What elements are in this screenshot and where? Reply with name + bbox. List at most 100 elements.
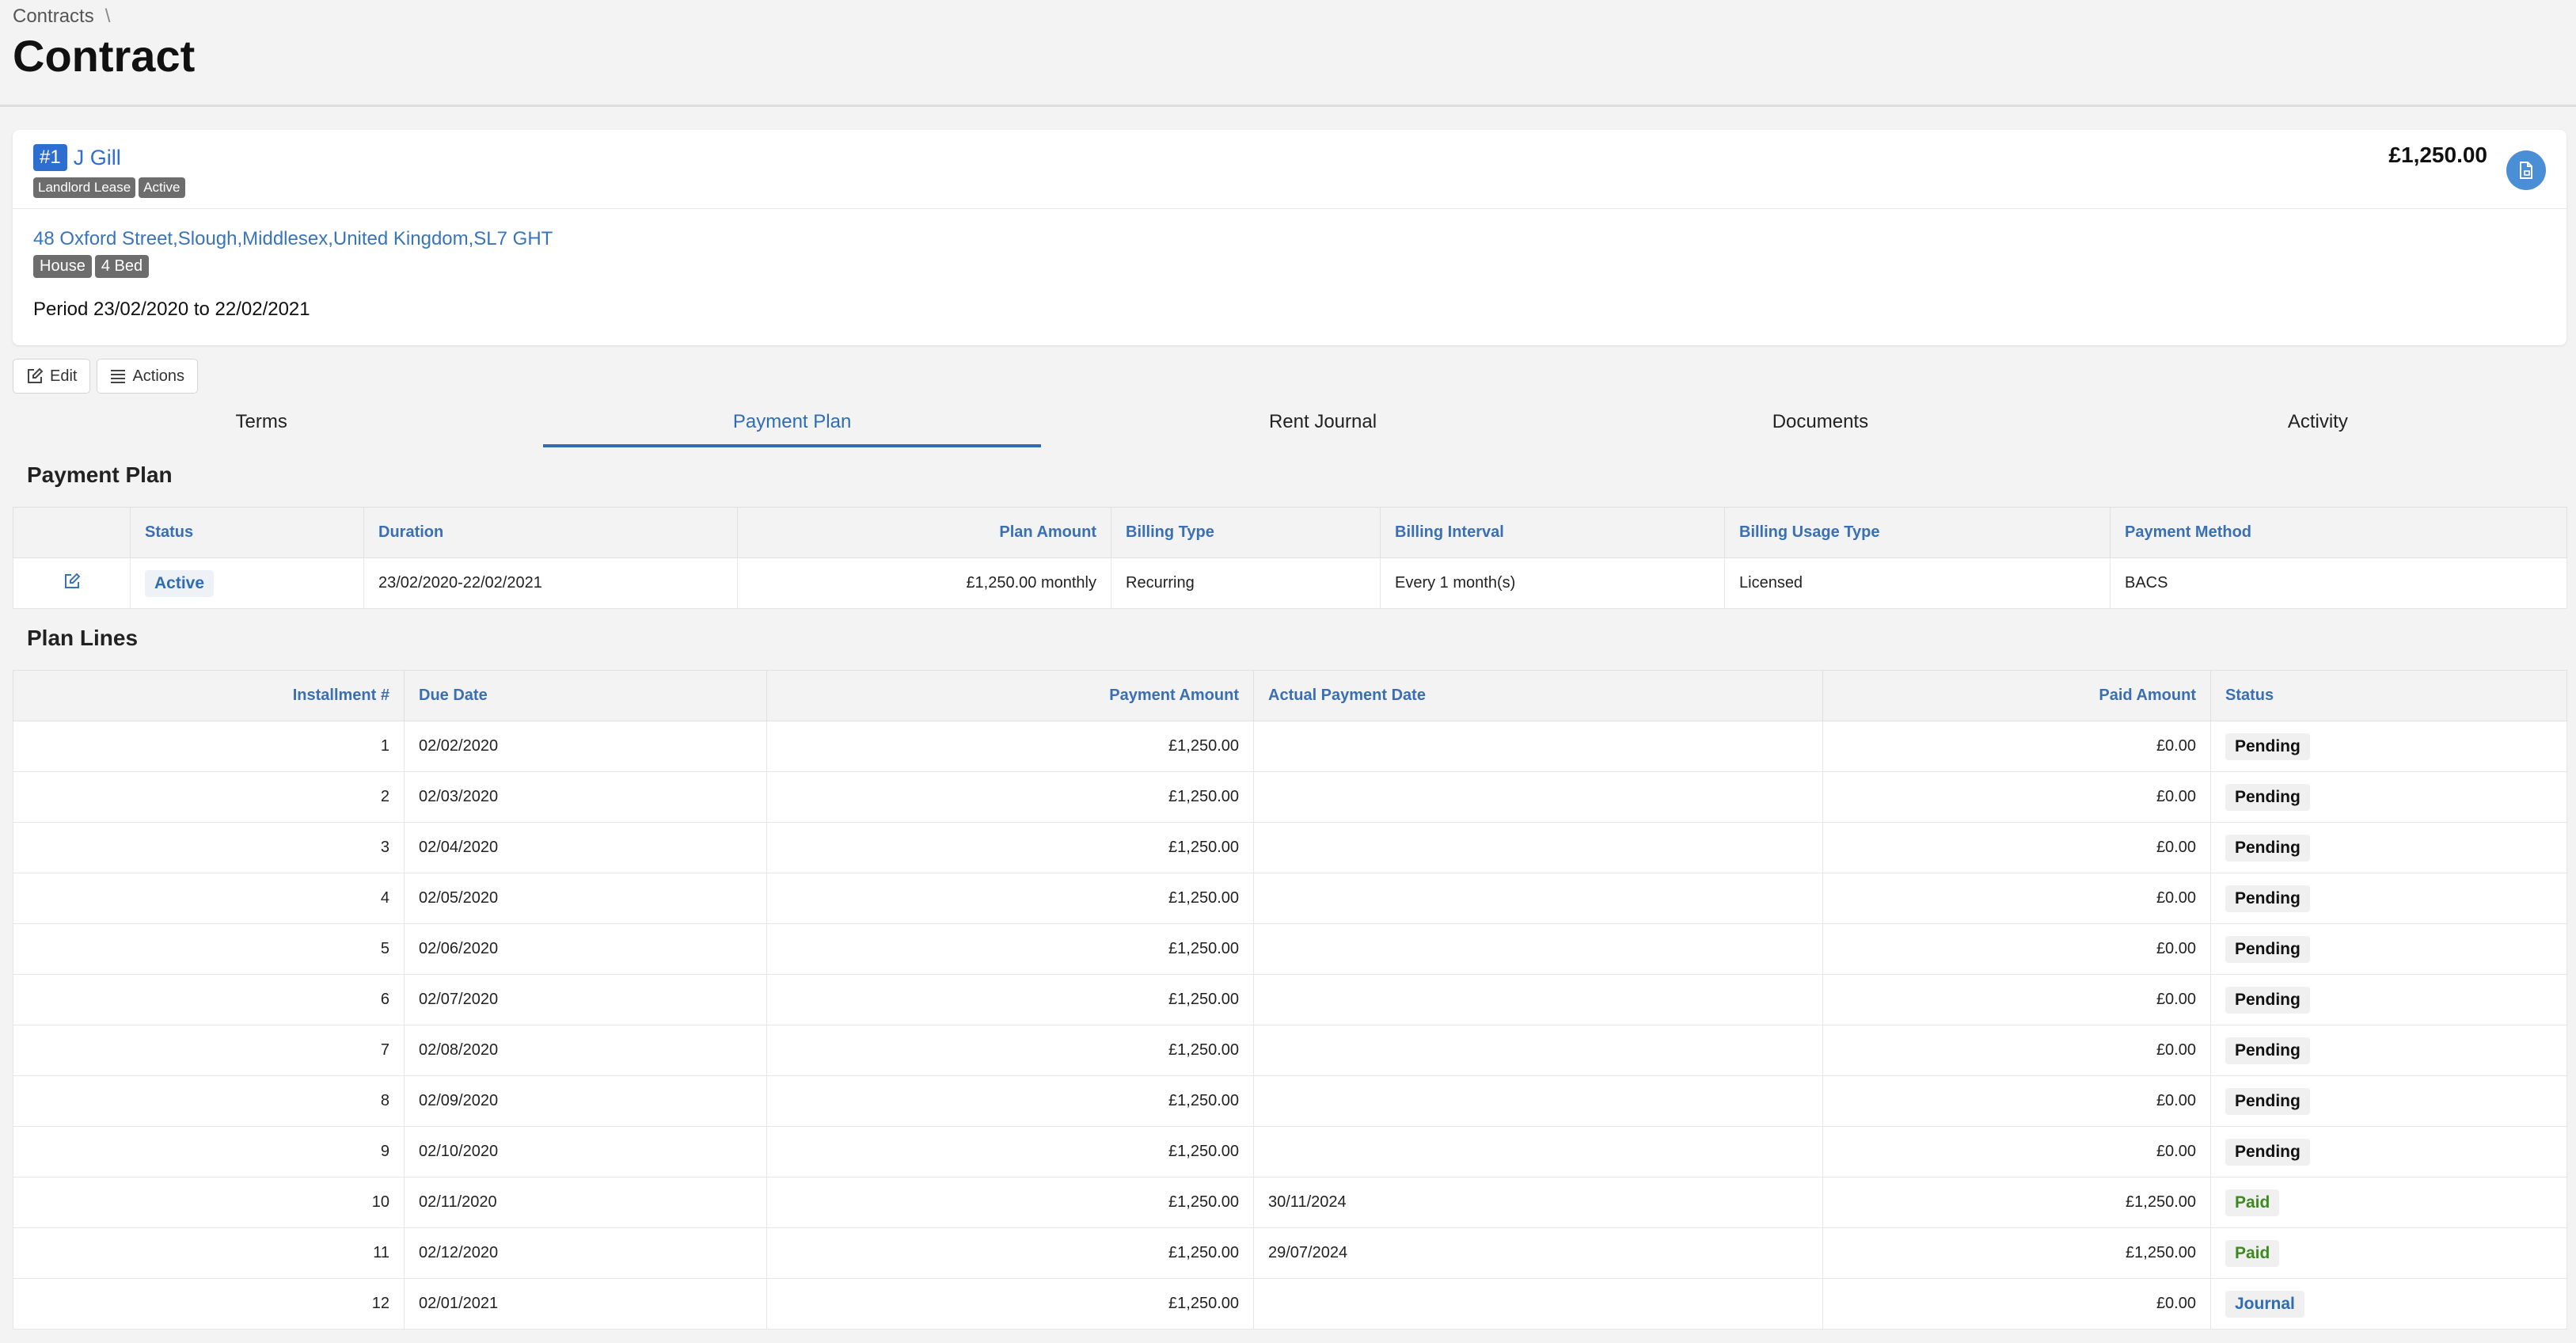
table-row: 10 02/11/2020 £1,250.00 30/11/2024 £1,250.00… xyxy=(13,1177,2567,1228)
status-cell: Journal xyxy=(2210,1278,2567,1330)
plan-billing-type-cell: Recurring xyxy=(1111,557,1381,609)
paid-amount-cell: £0.00 xyxy=(1822,974,2211,1025)
due-date-cell: 02/07/2020 xyxy=(404,974,767,1025)
property-tags: House 4 Bed xyxy=(33,255,2546,278)
tab-activity[interactable]: Activity xyxy=(2069,400,2567,447)
due-date-cell: 02/03/2020 xyxy=(404,771,767,823)
column-header-billing-type[interactable]: Billing Type xyxy=(1111,507,1381,558)
status-badge: Active xyxy=(145,569,215,597)
column-header-payment-method[interactable]: Payment Method xyxy=(2110,507,2567,558)
installment-cell: 11 xyxy=(13,1227,405,1279)
column-header-plan-amount[interactable]: Plan Amount xyxy=(737,507,1111,558)
status-badge: Paid xyxy=(2225,1239,2280,1267)
column-header-status[interactable]: Status xyxy=(2210,670,2567,721)
document-button[interactable] xyxy=(2506,150,2546,190)
status-cell: Pending xyxy=(2210,1075,2567,1127)
breadcrumb-contracts-link[interactable]: Contracts xyxy=(13,6,94,28)
due-date-cell: 02/02/2020 xyxy=(404,721,767,772)
status-badge: Paid xyxy=(2225,1189,2280,1216)
actions-button-label: Actions xyxy=(132,367,185,385)
edit-button[interactable]: Edit xyxy=(13,359,91,394)
plan-status-cell: Active xyxy=(130,557,364,609)
due-date-cell: 02/01/2021 xyxy=(404,1278,767,1330)
payment-plan-row: Active 23/02/2020-22/02/2021 £1,250.00 m… xyxy=(13,557,2567,609)
table-row: 11 02/12/2020 £1,250.00 29/07/2024 £1,250.00… xyxy=(13,1227,2567,1279)
due-date-cell: 02/08/2020 xyxy=(404,1025,767,1076)
due-date-cell: 02/12/2020 xyxy=(404,1227,767,1279)
status-badge: Pending xyxy=(2225,783,2310,811)
payment-amount-cell: £1,250.00 xyxy=(766,822,1254,873)
paid-amount-cell: £0.00 xyxy=(1822,721,2211,772)
status-badge: Pending xyxy=(2225,986,2310,1014)
paid-amount-cell: £0.00 xyxy=(1822,822,2211,873)
payment-plan-table: Status Duration Plan Amount Billing Type… xyxy=(13,507,2567,609)
edit-button-label: Edit xyxy=(50,367,78,385)
contract-amount: £1,250.00 xyxy=(2388,143,2487,167)
plan-lines-heading: Plan Lines xyxy=(27,626,139,650)
plan-payment-method-cell: BACS xyxy=(2110,557,2567,609)
status-badge: Pending xyxy=(2225,732,2310,760)
column-header-payment-amount[interactable]: Payment Amount xyxy=(766,670,1254,721)
payment-amount-cell: £1,250.00 xyxy=(766,1278,1254,1330)
table-row: 8 02/09/2020 £1,250.00 £0.00 Pending xyxy=(13,1075,2567,1127)
column-header-billing-usage-type[interactable]: Billing Usage Type xyxy=(1724,507,2111,558)
plan-amount-cell: £1,250.00 monthly xyxy=(737,557,1111,609)
status-cell: Pending xyxy=(2210,822,2567,873)
page-header: Contracts \ Contract xyxy=(0,0,2576,107)
actual-payment-date-cell: 29/07/2024 xyxy=(1253,1227,1823,1279)
paid-amount-cell: £0.00 xyxy=(1822,1025,2211,1076)
actions-button[interactable]: Actions xyxy=(97,359,199,394)
table-row: 6 02/07/2020 £1,250.00 £0.00 Pending xyxy=(13,974,2567,1025)
installment-cell: 10 xyxy=(13,1177,405,1228)
actual-payment-date-cell xyxy=(1253,822,1823,873)
contract-period: Period 23/02/2020 to 22/02/2021 xyxy=(33,299,310,320)
status-badge: Pending xyxy=(2225,885,2310,912)
tab-rent-journal[interactable]: Rent Journal xyxy=(1074,400,1571,447)
table-row: 5 02/06/2020 £1,250.00 £0.00 Pending xyxy=(13,923,2567,975)
status-badge[interactable]: Journal xyxy=(2225,1290,2304,1318)
column-header-status[interactable]: Status xyxy=(130,507,364,558)
property-bedrooms-tag: 4 Bed xyxy=(94,255,150,278)
column-header-installment[interactable]: Installment # xyxy=(13,670,405,721)
payment-amount-cell: £1,250.00 xyxy=(766,1126,1254,1178)
column-header-duration[interactable]: Duration xyxy=(363,507,738,558)
column-header-billing-interval[interactable]: Billing Interval xyxy=(1380,507,1725,558)
actual-payment-date-cell xyxy=(1253,1126,1823,1178)
table-row: 1 02/02/2020 £1,250.00 £0.00 Pending xyxy=(13,721,2567,772)
tab-payment-plan[interactable]: Payment Plan xyxy=(543,400,1041,447)
column-header-paid-amount[interactable]: Paid Amount xyxy=(1822,670,2211,721)
payment-amount-cell: £1,250.00 xyxy=(766,923,1254,975)
pencil-square-icon[interactable] xyxy=(63,573,81,590)
plan-duration-cell: 23/02/2020-22/02/2021 xyxy=(363,557,738,609)
status-badge: Pending xyxy=(2225,1087,2310,1115)
tab-documents[interactable]: Documents xyxy=(1571,400,2069,447)
toolbar: Edit Actions xyxy=(13,359,199,394)
table-row: 2 02/03/2020 £1,250.00 £0.00 Pending xyxy=(13,771,2567,823)
property-address-link[interactable]: 48 Oxford Street,Slough,Middlesex,United… xyxy=(33,228,2546,250)
payment-amount-cell: £1,250.00 xyxy=(766,721,1254,772)
installment-cell: 12 xyxy=(13,1278,405,1330)
actual-payment-date-cell xyxy=(1253,873,1823,924)
actual-payment-date-cell xyxy=(1253,721,1823,772)
contract-name-link[interactable]: J Gill xyxy=(74,146,121,170)
status-cell: Pending xyxy=(2210,721,2567,772)
breadcrumb: Contracts \ xyxy=(13,0,2563,29)
payment-amount-cell: £1,250.00 xyxy=(766,974,1254,1025)
column-header-actual-payment-date[interactable]: Actual Payment Date xyxy=(1253,670,1823,721)
paid-amount-cell: £0.00 xyxy=(1822,1075,2211,1127)
paid-amount-cell: £0.00 xyxy=(1822,1126,2211,1178)
paid-amount-cell: £0.00 xyxy=(1822,923,2211,975)
tab-terms[interactable]: Terms xyxy=(13,400,510,447)
payment-amount-cell: £1,250.00 xyxy=(766,1075,1254,1127)
property-type-tag: House xyxy=(33,255,92,278)
installment-cell: 6 xyxy=(13,974,405,1025)
contract-id-badge: #1 xyxy=(33,144,67,171)
document-icon xyxy=(2520,162,2532,179)
status-cell: Pending xyxy=(2210,771,2567,823)
column-header-due-date[interactable]: Due Date xyxy=(404,670,767,721)
contract-type-tag: Landlord Lease xyxy=(33,177,136,198)
breadcrumb-separator: \ xyxy=(104,6,111,27)
due-date-cell: 02/06/2020 xyxy=(404,923,767,975)
contract-title-row: #1 J Gill xyxy=(33,143,2546,173)
installment-cell: 2 xyxy=(13,771,405,823)
